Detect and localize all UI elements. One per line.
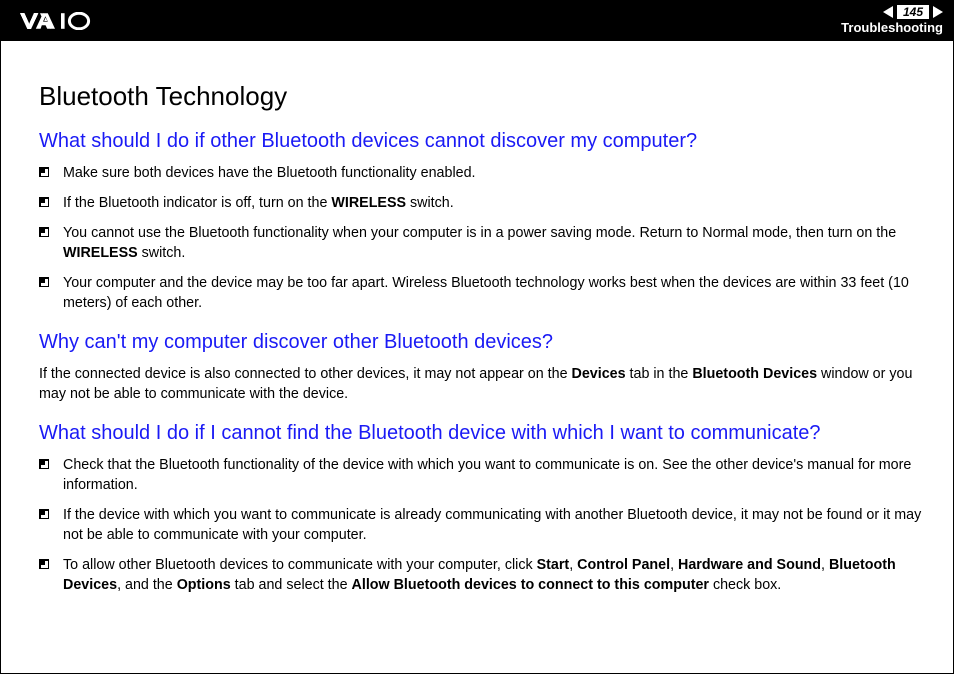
list-item: To allow other Bluetooth devices to comm…: [39, 555, 925, 595]
item-text: If the device with which you want to com…: [63, 505, 925, 545]
question-1: What should I do if other Bluetooth devi…: [39, 130, 925, 153]
list-item: Make sure both devices have the Bluetoot…: [39, 163, 925, 183]
bullet-icon: [39, 197, 49, 207]
bullet-icon: [39, 227, 49, 237]
page-title: Bluetooth Technology: [39, 81, 925, 112]
list-item: Your computer and the device may be too …: [39, 273, 925, 313]
page-header: 145 Troubleshooting: [1, 1, 953, 41]
page-nav: 145: [841, 5, 943, 19]
item-text: To allow other Bluetooth devices to comm…: [63, 555, 925, 595]
list-item: If the Bluetooth indicator is off, turn …: [39, 193, 925, 213]
list-item: If the device with which you want to com…: [39, 505, 925, 545]
item-text: Make sure both devices have the Bluetoot…: [63, 163, 476, 183]
list-item: You cannot use the Bluetooth functionali…: [39, 223, 925, 263]
next-page-icon[interactable]: [933, 6, 943, 18]
q3-list: Check that the Bluetooth functionality o…: [39, 455, 925, 595]
vaio-logo: [17, 12, 117, 30]
item-text: Your computer and the device may be too …: [63, 273, 925, 313]
page-number: 145: [897, 5, 929, 19]
bullet-icon: [39, 167, 49, 177]
item-text: Check that the Bluetooth functionality o…: [63, 455, 925, 495]
bullet-icon: [39, 277, 49, 287]
bullet-icon: [39, 509, 49, 519]
q2-para: If the connected device is also connecte…: [39, 364, 925, 404]
list-item: Check that the Bluetooth functionality o…: [39, 455, 925, 495]
item-text: You cannot use the Bluetooth functionali…: [63, 223, 925, 263]
q1-list: Make sure both devices have the Bluetoot…: [39, 163, 925, 313]
bullet-icon: [39, 459, 49, 469]
item-text: If the Bluetooth indicator is off, turn …: [63, 193, 454, 213]
header-right: 145 Troubleshooting: [841, 5, 943, 37]
question-3: What should I do if I cannot find the Bl…: [39, 422, 925, 445]
content: Bluetooth Technology What should I do if…: [1, 41, 953, 595]
section-label: Troubleshooting: [841, 19, 943, 37]
question-2: Why can't my computer discover other Blu…: [39, 331, 925, 354]
prev-page-icon[interactable]: [883, 6, 893, 18]
bullet-icon: [39, 559, 49, 569]
